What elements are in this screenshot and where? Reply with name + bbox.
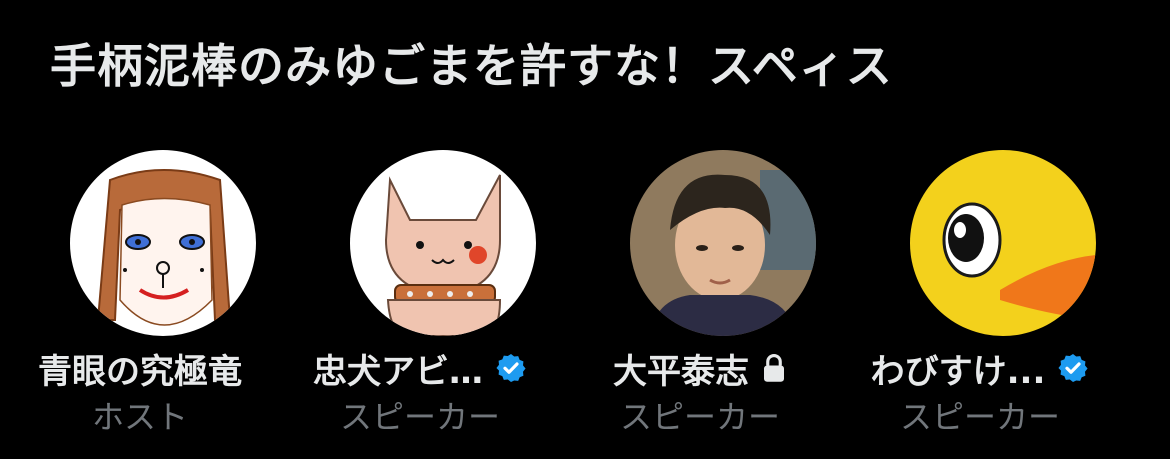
lock-icon [761, 353, 787, 383]
participant-speaker-2[interactable]: 大平泰志 スピーカー [560, 150, 840, 440]
participant-name: 忠犬アビ… [313, 351, 483, 392]
avatar[interactable] [70, 150, 256, 336]
avatar[interactable] [350, 150, 536, 336]
verified-badge-icon [1057, 352, 1089, 384]
space-card: 手柄泥棒のみゆごまを許すな！スペィス 青眼の究極竜 ホスト 忠犬アビ… スピーカ… [0, 0, 1170, 459]
participant-speaker-1[interactable]: 忠犬アビ… スピーカー [280, 150, 560, 440]
participant-host[interactable]: 青眼の究極竜 ホスト [0, 150, 280, 440]
participant-role: スピーカー [619, 398, 780, 436]
participant-role: ホスト [91, 398, 188, 436]
avatar[interactable] [910, 150, 1096, 336]
avatar[interactable] [630, 150, 816, 336]
participant-name: わびすけ... [870, 351, 1046, 392]
participant-list: 青眼の究極竜 ホスト 忠犬アビ… スピーカー 大平泰志 スピーカー わびすけ..… [0, 150, 1170, 450]
participant-role: スピーカー [339, 398, 500, 436]
participant-name: 大平泰志 [613, 351, 749, 392]
verified-badge-icon [495, 352, 527, 384]
participant-name-row: 大平泰志 [560, 346, 840, 392]
participant-role: スピーカー [899, 398, 1060, 436]
participant-speaker-3[interactable]: わびすけ... スピーカー [840, 150, 1120, 440]
participant-name-row: わびすけ... [840, 346, 1120, 392]
participant-name: 青眼の究極竜 [38, 351, 242, 392]
participant-name-row: 青眼の究極竜 [0, 346, 280, 392]
space-title: 手柄泥棒のみゆごまを許すな！スペィス [50, 39, 893, 93]
participant-name-row: 忠犬アビ… [280, 346, 560, 392]
